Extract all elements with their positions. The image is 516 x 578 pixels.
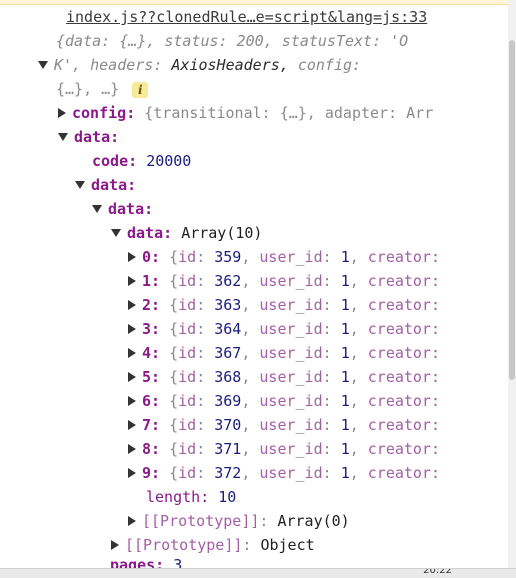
code-value: 20000 xyxy=(146,152,192,170)
data-level2-row[interactable]: data: xyxy=(75,173,136,197)
expand-triangle-icon[interactable] xyxy=(58,107,66,118)
expand-triangle-icon[interactable] xyxy=(111,539,119,550)
length-row: length: 10 xyxy=(146,488,237,506)
data-array-key: data xyxy=(127,224,164,242)
list-item[interactable]: 4: {id: 367, user_id: 1, creator: xyxy=(128,341,440,365)
expand-triangle-icon[interactable] xyxy=(128,275,136,286)
data-array-row[interactable]: data: Array(10) xyxy=(111,221,262,245)
summary-line-2[interactable]: K', headers: AxiosHeaders, config: xyxy=(38,53,361,77)
list-item[interactable]: 7: {id: 370, user_id: 1, creator: xyxy=(128,413,440,437)
taskbar-clock: 20:22 xyxy=(423,568,452,576)
collapse-triangle-icon[interactable] xyxy=(111,228,121,237)
config-key: config xyxy=(72,104,127,122)
collapse-triangle-icon[interactable] xyxy=(38,60,48,69)
expand-triangle-icon[interactable] xyxy=(128,347,136,358)
data-level3-key: data xyxy=(108,200,145,218)
list-item[interactable]: 5: {id: 368, user_id: 1, creator: xyxy=(128,365,440,389)
list-item[interactable]: 9: {id: 372, user_id: 1, creator: xyxy=(128,461,440,485)
data-root-row[interactable]: data: xyxy=(58,125,119,149)
vertical-scrollbar[interactable] xyxy=(508,0,516,577)
prototype-array-key: [[Prototype]] xyxy=(142,512,260,530)
prototype-array-value: Array(0) xyxy=(277,512,350,530)
prototype-object-value: Object xyxy=(260,536,315,554)
summary-headers-value: AxiosHeaders, xyxy=(171,56,289,74)
config-row[interactable]: config: {transitional: {…}, adapter: Arr xyxy=(58,101,433,125)
list-item[interactable]: 3: {id: 364, user_id: 1, creator: xyxy=(128,317,440,341)
expand-triangle-icon[interactable] xyxy=(128,323,136,334)
expand-triangle-icon[interactable] xyxy=(128,443,136,454)
code-key: code xyxy=(92,152,129,170)
summary-line-3: {…}, …} i xyxy=(56,77,149,101)
expand-triangle-icon[interactable] xyxy=(128,371,136,382)
list-item[interactable]: 2: {id: 363, user_id: 1, creator: xyxy=(128,293,440,317)
collapse-triangle-icon[interactable] xyxy=(58,132,68,141)
config-value: {transitional: {…}, adapter: Arr xyxy=(144,104,434,122)
summary-text-3: {…}, …} xyxy=(56,80,120,98)
length-value: 10 xyxy=(218,488,237,506)
summary-config-key: config: xyxy=(297,56,362,74)
expand-triangle-icon[interactable] xyxy=(128,251,136,262)
scrollbar-thumb[interactable] xyxy=(509,40,515,380)
data-level3-row[interactable]: data: xyxy=(92,197,153,221)
prototype-array-row[interactable]: [[Prototype]]: Array(0) xyxy=(128,509,350,533)
expand-triangle-icon[interactable] xyxy=(128,299,136,310)
data-root-key: data xyxy=(74,128,111,146)
length-key: length xyxy=(146,488,201,506)
expand-triangle-icon[interactable] xyxy=(128,419,136,430)
prototype-object-key: [[Prototype]] xyxy=(125,536,243,554)
collapse-triangle-icon[interactable] xyxy=(92,204,102,213)
list-item[interactable]: 6: {id: 369, user_id: 1, creator: xyxy=(128,389,440,413)
list-item[interactable]: 0: {id: 359, user_id: 1, creator: xyxy=(128,245,440,269)
summary-headers-key: K', headers: xyxy=(54,56,163,74)
expand-triangle-icon[interactable] xyxy=(128,395,136,406)
expand-triangle-icon[interactable] xyxy=(128,467,136,478)
source-link[interactable]: index.js??clonedRule…e=script&lang=js:33 xyxy=(66,8,427,26)
top-highlight-bar xyxy=(0,0,516,5)
info-icon[interactable]: i xyxy=(132,81,149,98)
list-item[interactable]: 8: {id: 371, user_id: 1, creator: xyxy=(128,437,440,461)
expand-triangle-icon[interactable] xyxy=(128,515,136,526)
data-array-value: Array(10) xyxy=(181,224,263,242)
list-item[interactable]: 1: {id: 362, user_id: 1, creator: xyxy=(128,269,440,293)
summary-line-1: {data: {…}, status: 200, statusText: 'O xyxy=(56,29,408,53)
code-row: code: 20000 xyxy=(92,152,192,170)
data-level2-key: data xyxy=(91,176,128,194)
collapse-triangle-icon[interactable] xyxy=(75,180,85,189)
summary-text-1: {data: {…}, status: 200, statusText: 'O xyxy=(56,32,409,50)
